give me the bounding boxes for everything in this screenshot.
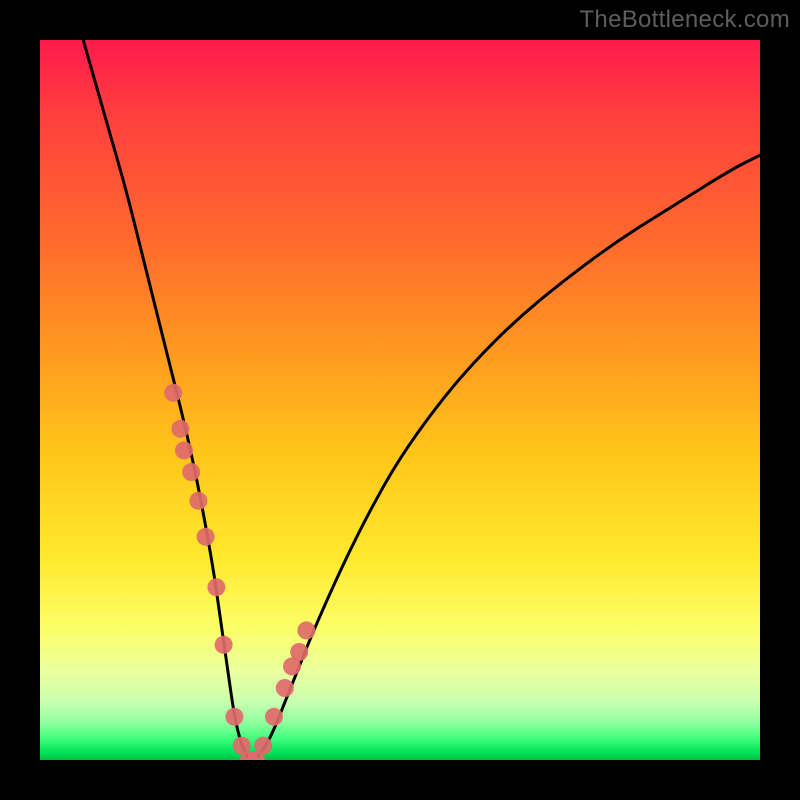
bottleneck-curve-path [83, 40, 760, 760]
curve-marker [189, 492, 207, 510]
curve-marker [171, 420, 189, 438]
curve-marker [182, 463, 200, 481]
plot-area [40, 40, 760, 760]
curve-marker [254, 737, 272, 755]
curve-marker [164, 384, 182, 402]
curve-marker [197, 528, 215, 546]
curve-marker [265, 708, 283, 726]
curve-marker [297, 621, 315, 639]
curve-marker [290, 643, 308, 661]
bottleneck-curve [83, 40, 760, 760]
chart-frame: TheBottleneck.com [0, 0, 800, 800]
curve-marker [175, 441, 193, 459]
curve-layer [40, 40, 760, 760]
watermark-text: TheBottleneck.com [579, 6, 790, 34]
curve-marker [225, 708, 243, 726]
curve-marker [215, 636, 233, 654]
curve-marker [207, 578, 225, 596]
curve-marker [276, 679, 294, 697]
